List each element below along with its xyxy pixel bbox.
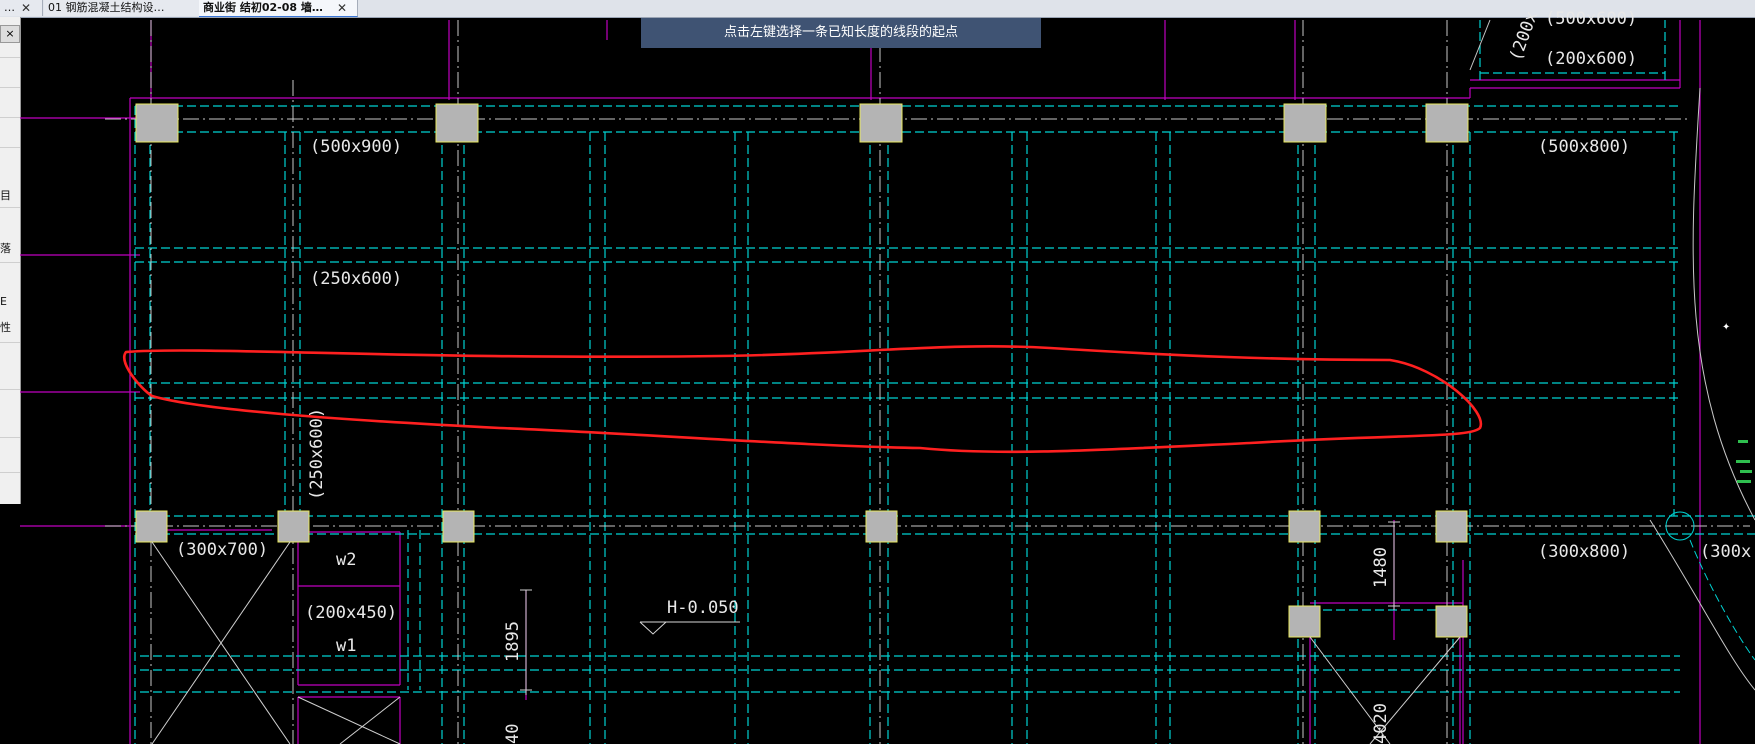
- command-prompt-tooltip: 点击左键选择一条已知长度的线段的起点: [641, 18, 1041, 48]
- beam-size-label[interactable]: (200x: [1506, 9, 1542, 64]
- beam-size-label[interactable]: (250x600): [310, 269, 402, 289]
- column[interactable]: [135, 510, 168, 543]
- dimension-label[interactable]: 40: [503, 724, 523, 744]
- dimension-lines: [520, 521, 1400, 695]
- beam-size-label[interactable]: (500x800): [1538, 137, 1630, 157]
- column[interactable]: [277, 510, 310, 543]
- column[interactable]: [1435, 605, 1468, 638]
- beam-size-label[interactable]: (300x700): [176, 540, 268, 560]
- column[interactable]: [442, 510, 475, 543]
- dimension-label[interactable]: 1895: [503, 621, 523, 662]
- beam-size-label[interactable]: (500x600): [1545, 9, 1637, 29]
- vegetation-marker: [1736, 440, 1752, 483]
- column[interactable]: [1288, 605, 1321, 638]
- column[interactable]: [135, 103, 179, 143]
- wall-label[interactable]: w2: [336, 550, 356, 570]
- column[interactable]: [865, 510, 898, 543]
- beam-size-label[interactable]: (250x600): [307, 408, 327, 500]
- beam-size-label[interactable]: (200x450): [305, 603, 397, 623]
- column[interactable]: [1435, 510, 1468, 543]
- elevation-label[interactable]: H-0.050: [667, 598, 739, 618]
- beam-size-label[interactable]: (300x: [1700, 542, 1751, 562]
- cad-drawing-canvas[interactable]: (500x900) (250x600) (250x600) (300x700) …: [0, 0, 1755, 744]
- beam-size-label[interactable]: (300x800): [1538, 542, 1630, 562]
- column[interactable]: [435, 103, 479, 143]
- cursor-marker-icon: ✦: [1722, 322, 1730, 333]
- dimension-label[interactable]: 4020: [1371, 703, 1391, 744]
- beam-size-label[interactable]: (200x600): [1545, 49, 1637, 69]
- elevation-symbol: [639, 621, 740, 635]
- dimension-label[interactable]: 1480: [1371, 547, 1391, 588]
- column[interactable]: [1283, 103, 1327, 143]
- column[interactable]: [859, 103, 903, 143]
- curved-boundary: [1469, 19, 1755, 691]
- column[interactable]: [1288, 510, 1321, 543]
- beam-size-label[interactable]: (500x900): [310, 137, 402, 157]
- column[interactable]: [1425, 103, 1469, 143]
- wall-label[interactable]: w1: [336, 636, 356, 656]
- beam-lines: [134, 20, 1755, 744]
- red-annotation-loop: [123, 345, 1483, 454]
